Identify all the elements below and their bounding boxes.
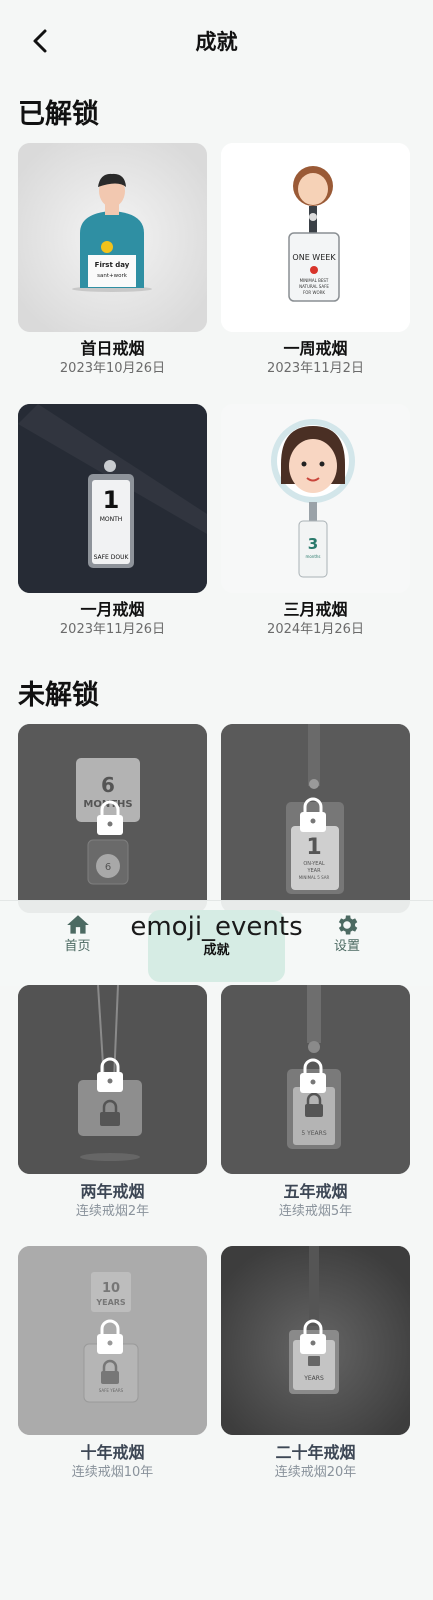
achievement-date: 连续戒烟2年 <box>75 1204 150 1219</box>
badge-text: First day <box>95 261 130 269</box>
achievement-card-first-day[interactable]: First day sant+work <box>18 143 207 332</box>
badge-text: 1 <box>306 835 321 860</box>
achievement-card-twenty-years[interactable]: YEARS <box>221 1246 410 1435</box>
achievement-label: 十年戒烟 连续戒烟10年 <box>18 1442 207 1482</box>
achievement-card-two-years[interactable] <box>18 985 207 1174</box>
one-year-badge-image: 1 ON-YEAL YEAR MINIMAL 5 SAR <box>221 724 410 913</box>
section-title-unlocked: 已解锁 <box>18 99 99 130</box>
emoji-events-icon: emoji_events <box>130 912 303 942</box>
badge-text: ONE WEEK <box>292 253 336 262</box>
badge-text: MONTH <box>100 516 123 523</box>
achievement-card-five-years[interactable]: 5 YEARS <box>221 985 410 1174</box>
achievement-card-one-year[interactable]: 1 ON-YEAL YEAR MINIMAL 5 SAR <box>221 724 410 913</box>
achievement-date: 2023年11月26日 <box>59 622 166 637</box>
achievement-name: 两年戒烟 <box>80 1182 145 1201</box>
badge-text: MINIMAL 5 SAR <box>299 875 330 880</box>
badge-text: 6 <box>101 773 115 797</box>
three-months-badge-image: 3 months <box>221 404 410 593</box>
achievement-name: 三月戒烟 <box>283 600 348 619</box>
nav-item-achievements[interactable]: emoji_events 成就 <box>118 912 315 984</box>
achievement-label: 一月戒烟 2023年11月26日 <box>18 599 207 639</box>
badge-text: MONTHS <box>83 799 132 810</box>
half-year-badge-image: 6 MONTHS 6 <box>18 724 207 913</box>
section-title-locked: 未解锁 <box>18 680 99 711</box>
achievement-date: 2023年11月2日 <box>267 361 364 376</box>
badge-text: SAFE YEARS <box>99 1388 124 1393</box>
achievement-label: 首日戒烟 2023年10月26日 <box>18 338 207 378</box>
badge-text: 5 YEARS <box>301 1130 326 1137</box>
achievement-label: 三月戒烟 2024年1月26日 <box>221 599 410 639</box>
nav-label-achievements: 成就 <box>203 943 230 958</box>
achievement-card-one-week[interactable]: ONE WEEK MINIMAL BEST NATURAL SAFE FOR W… <box>221 143 410 332</box>
achievement-name: 二十年戒烟 <box>275 1443 356 1462</box>
badge-text: YEARS <box>95 1298 126 1307</box>
achievement-date: 2023年10月26日 <box>59 361 166 376</box>
gear-icon <box>338 915 358 935</box>
app-header: 成就 <box>0 0 433 82</box>
badge-text: months <box>305 554 320 559</box>
one-month-badge-image: 1 MONTH SAFE DOUK <box>18 404 207 593</box>
achievement-name: 首日戒烟 <box>80 339 145 358</box>
ten-years-badge-image: 10 YEARS SAFE YEARS <box>18 1246 207 1435</box>
page-title: 成就 <box>195 30 238 54</box>
badge-text: ON-YEAL <box>303 861 325 867</box>
five-years-badge-image: 5 YEARS <box>221 985 410 1174</box>
nav-item-settings[interactable]: 设置 <box>317 912 377 984</box>
nav-label-settings: 设置 <box>333 939 360 954</box>
badge-text: 1 <box>103 486 120 514</box>
achievement-name: 十年戒烟 <box>80 1443 145 1462</box>
badge-text: 10 <box>102 1281 120 1296</box>
one-week-badge-image: ONE WEEK MINIMAL BEST NATURAL SAFE FOR W… <box>221 143 410 332</box>
nav-item-home[interactable]: 首页 <box>40 912 115 984</box>
achievement-label: 一周戒烟 2023年11月2日 <box>221 338 410 378</box>
badge-text: MINIMAL BEST <box>300 278 329 283</box>
achievement-name: 五年戒烟 <box>283 1182 348 1201</box>
achievement-card-half-year[interactable]: 6 MONTHS 6 <box>18 724 207 913</box>
achievement-name: 一周戒烟 <box>283 339 348 358</box>
first-day-badge-image: First day sant+work <box>18 143 207 332</box>
badge-text: sant+work <box>97 273 128 279</box>
badge-text: SAFE DOUK <box>94 554 130 561</box>
achievement-label: 二十年戒烟 连续戒烟20年 <box>221 1442 410 1482</box>
two-years-badge-image <box>18 985 207 1174</box>
badge-text: 6 <box>105 862 111 873</box>
twenty-years-badge-image: YEARS <box>221 1246 410 1435</box>
achievement-label: 五年戒烟 连续戒烟5年 <box>221 1181 410 1221</box>
badge-text: FOR WORK <box>303 290 325 295</box>
badge-text: NATURAL SAFE <box>299 284 329 289</box>
badge-text: 3 <box>308 535 318 553</box>
achievement-label: 两年戒烟 连续戒烟2年 <box>18 1181 207 1221</box>
achievement-name: 一月戒烟 <box>80 600 145 619</box>
badge-text: YEAR <box>306 868 321 874</box>
achievement-date: 连续戒烟10年 <box>71 1465 154 1480</box>
achievement-date: 连续戒烟20年 <box>274 1465 357 1480</box>
achievement-card-three-months[interactable]: 3 months <box>221 404 410 593</box>
badge-text: YEARS <box>303 1375 324 1382</box>
nav-label-home: 首页 <box>64 939 91 954</box>
achievement-date: 2024年1月26日 <box>267 622 364 637</box>
achievement-card-ten-years[interactable]: 10 YEARS SAFE YEARS <box>18 1246 207 1435</box>
achievement-date: 连续戒烟5年 <box>278 1204 353 1219</box>
home-icon <box>66 915 89 934</box>
achievement-card-one-month[interactable]: 1 MONTH SAFE DOUK <box>18 404 207 593</box>
